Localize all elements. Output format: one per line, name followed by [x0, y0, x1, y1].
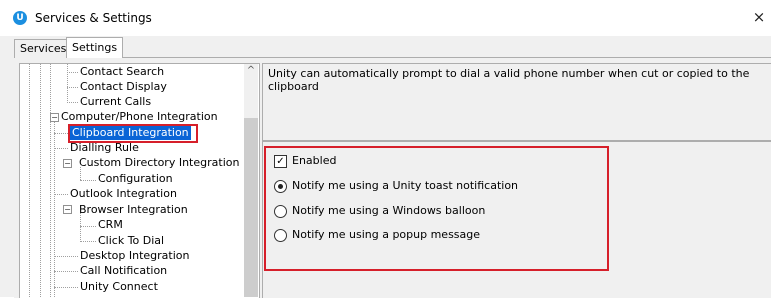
tree-guide-line: [80, 180, 96, 181]
tree-item-call-notification[interactable]: Call Notification: [80, 264, 167, 278]
tree-item-browser-integration[interactable]: Browser Integration: [79, 203, 188, 217]
radio-selected-dot: [278, 184, 283, 189]
description-panel: Unity can automatically prompt to dial a…: [262, 63, 771, 141]
tree-guide-line: [54, 271, 78, 272]
enabled-checkbox[interactable]: ✓: [274, 155, 287, 168]
tab-settings[interactable]: Settings: [66, 37, 124, 58]
tree-guide-line: [50, 64, 51, 297]
tree-guide-line: [67, 87, 78, 88]
tree-guide-line: [80, 241, 96, 242]
title-bar: U Services & Settings ×: [0, 0, 771, 36]
tree-item-outlook-integration[interactable]: Outlook Integration: [70, 187, 177, 201]
tree-guide-line: [67, 102, 78, 103]
tree-guide-line: [67, 64, 68, 103]
radio-windows-balloon-label[interactable]: Notify me using a Windows balloon: [292, 204, 485, 218]
tree-guide-line: [80, 226, 96, 227]
tab-services[interactable]: Services: [14, 39, 73, 58]
radio-windows-balloon[interactable]: [274, 205, 287, 218]
collapse-icon[interactable]: −: [63, 205, 72, 214]
tree-guide-line: [54, 133, 68, 134]
tree-item-crm[interactable]: CRM: [98, 218, 123, 232]
unity-logo-icon: U: [13, 11, 27, 25]
collapse-icon[interactable]: −: [63, 159, 72, 168]
tree-guide-line: [54, 287, 78, 288]
radio-toast[interactable]: [274, 180, 287, 193]
tree-guide-line: [54, 148, 68, 149]
tree-item-configuration[interactable]: Configuration: [98, 172, 173, 186]
tree-guide-line: [54, 256, 78, 257]
tree-guide-line: [54, 194, 68, 195]
tree-item-custom-directory-integration[interactable]: Custom Directory Integration: [79, 156, 239, 170]
enabled-label[interactable]: Enabled: [292, 154, 336, 168]
window-title: Services & Settings: [35, 11, 152, 25]
collapse-icon[interactable]: −: [50, 113, 59, 122]
radio-popup[interactable]: [274, 229, 287, 242]
tree-item-contact-display[interactable]: Contact Display: [80, 80, 167, 94]
tree-item-contact-search[interactable]: Contact Search: [80, 65, 164, 79]
tree-item-unity-connect[interactable]: Unity Connect: [80, 280, 158, 294]
radio-toast-label[interactable]: Notify me using a Unity toast notificati…: [292, 179, 518, 193]
tree-guide-line: [29, 64, 30, 297]
tree-guide-line: [80, 213, 81, 242]
close-button[interactable]: ×: [751, 8, 767, 26]
tree-item-click-to-dial[interactable]: Click To Dial: [98, 234, 164, 248]
scroll-up-icon[interactable]: ^: [244, 64, 258, 78]
tree-item-computer-phone-integration[interactable]: Computer/Phone Integration: [61, 110, 218, 124]
tree-item-desktop-integration[interactable]: Desktop Integration: [80, 249, 189, 263]
tree-guide-line: [40, 64, 41, 297]
tree-item-current-calls[interactable]: Current Calls: [80, 95, 151, 109]
radio-popup-label[interactable]: Notify me using a popup message: [292, 228, 480, 242]
tree-item-dialling-rule[interactable]: Dialling Rule: [70, 141, 139, 155]
scrollbar-thumb[interactable]: [244, 118, 258, 297]
description-text: Unity can automatically prompt to dial a…: [268, 67, 750, 93]
tree-guide-line: [67, 72, 78, 73]
